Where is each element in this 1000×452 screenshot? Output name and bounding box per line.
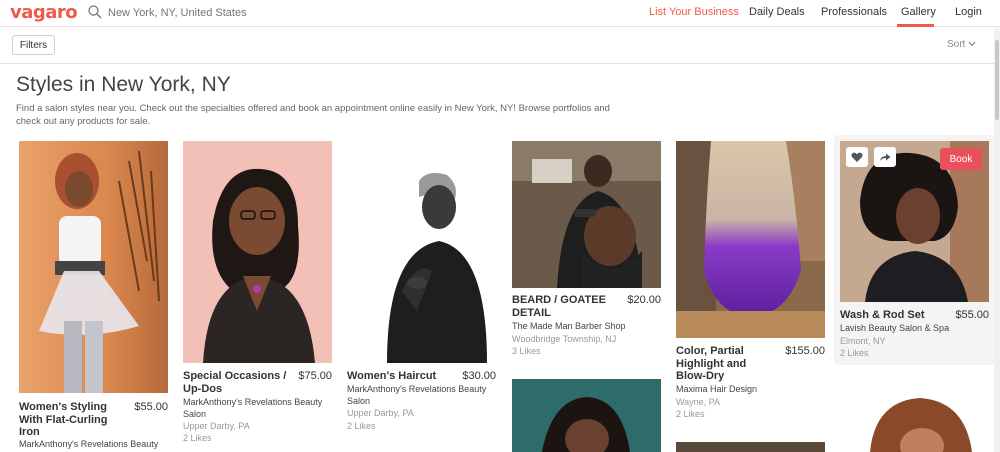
style-name[interactable]: Women's Haircut xyxy=(347,370,455,383)
style-photo[interactable] xyxy=(512,379,661,452)
nav-login[interactable]: Login xyxy=(955,6,982,18)
style-photo[interactable] xyxy=(512,141,661,288)
style-card[interactable] xyxy=(676,442,825,452)
style-photo[interactable] xyxy=(19,141,168,393)
nav-professionals[interactable]: Professionals xyxy=(821,6,887,18)
salon-name[interactable]: MarkAnthony's Revelations Beauty xyxy=(19,438,168,450)
style-card[interactable]: Women's Styling With Flat-Curling Iron $… xyxy=(19,141,168,452)
share-button[interactable] xyxy=(874,147,896,167)
style-card[interactable]: Women's Haircut $30.00 MarkAnthony's Rev… xyxy=(347,141,496,436)
nav-gallery[interactable]: Gallery xyxy=(901,6,936,18)
style-price: $55.00 xyxy=(134,401,168,413)
salon-name[interactable]: Lavish Beauty Salon & Spa xyxy=(840,322,989,334)
salon-name[interactable]: Maxima Hair Design xyxy=(676,383,825,395)
page-description: Find a salon styles near you. Check out … xyxy=(16,103,610,127)
book-button[interactable]: Book xyxy=(940,148,982,170)
nav-list-your-business[interactable]: List Your Business xyxy=(649,6,739,18)
style-card[interactable]: Book Wash & Rod Set $55.00 Lavish Beauty… xyxy=(834,135,995,365)
style-photo[interactable] xyxy=(676,141,825,338)
vagaro-logo[interactable]: vagaro xyxy=(10,2,78,23)
sort-dropdown[interactable]: Sort xyxy=(947,39,965,50)
style-photo[interactable] xyxy=(860,396,980,452)
salon-location: Wayne, PA xyxy=(676,397,721,407)
likes-count[interactable]: 2 Likes xyxy=(347,421,376,431)
salon-name[interactable]: The Made Man Barber Shop xyxy=(512,320,661,332)
filter-bar: Filters Sort xyxy=(0,28,1000,64)
style-price: $55.00 xyxy=(955,309,989,321)
style-name[interactable]: Special Occasions / Up-Dos xyxy=(183,370,291,395)
style-name[interactable]: Wash & Rod Set xyxy=(840,309,940,322)
filters-button[interactable]: Filters xyxy=(12,35,55,55)
search-icon xyxy=(88,5,102,19)
style-price: $155.00 xyxy=(785,345,825,357)
top-nav-bar: vagaro List Your Business Daily Deals Pr… xyxy=(0,0,1000,27)
style-name[interactable]: BEARD / GOATEE DETAIL xyxy=(512,294,612,319)
share-icon xyxy=(880,153,891,161)
style-card[interactable] xyxy=(512,379,661,452)
active-tab-indicator xyxy=(897,24,934,27)
style-card[interactable]: BEARD / GOATEE DETAIL $20.00 The Made Ma… xyxy=(512,141,661,358)
scrollbar-thumb[interactable] xyxy=(995,40,999,120)
page-title: Styles in New York, NY xyxy=(16,73,231,96)
salon-location: Woodbridge Township, NJ xyxy=(512,334,617,344)
salon-location: Elmont, NY xyxy=(840,336,886,346)
salon-location: Upper Darby, PA xyxy=(347,408,414,418)
location-search-input[interactable] xyxy=(108,4,378,22)
likes-count[interactable]: 3 Likes xyxy=(512,346,541,356)
favorite-button[interactable] xyxy=(846,147,868,167)
likes-count[interactable]: 2 Likes xyxy=(676,409,705,419)
heart-icon xyxy=(851,152,863,162)
style-photo[interactable] xyxy=(183,141,332,363)
salon-name[interactable]: MarkAnthony's Revelations Beauty Salon xyxy=(183,396,332,420)
salon-location: Upper Darby, PA xyxy=(183,421,250,431)
style-card[interactable]: Special Occasions / Up-Dos $75.00 MarkAn… xyxy=(183,141,332,446)
style-card[interactable] xyxy=(860,396,980,452)
search-box[interactable] xyxy=(86,4,386,22)
style-photo[interactable] xyxy=(347,141,496,363)
nav-daily-deals[interactable]: Daily Deals xyxy=(749,6,805,18)
salon-name[interactable]: MarkAnthony's Revelations Beauty Salon xyxy=(347,383,496,407)
style-card[interactable]: Color, Partial Highlight and Blow-Dry $1… xyxy=(676,141,825,421)
style-price: $30.00 xyxy=(462,370,496,382)
style-name[interactable]: Color, Partial Highlight and Blow-Dry xyxy=(676,345,756,383)
style-price: $20.00 xyxy=(627,294,661,306)
style-photo[interactable] xyxy=(676,442,825,452)
chevron-down-icon[interactable] xyxy=(968,41,976,47)
likes-count[interactable]: 2 Likes xyxy=(183,433,212,443)
style-price: $75.00 xyxy=(298,370,332,382)
style-name[interactable]: Women's Styling With Flat-Curling Iron xyxy=(19,401,127,439)
likes-count[interactable]: 2 Likes xyxy=(840,348,869,358)
